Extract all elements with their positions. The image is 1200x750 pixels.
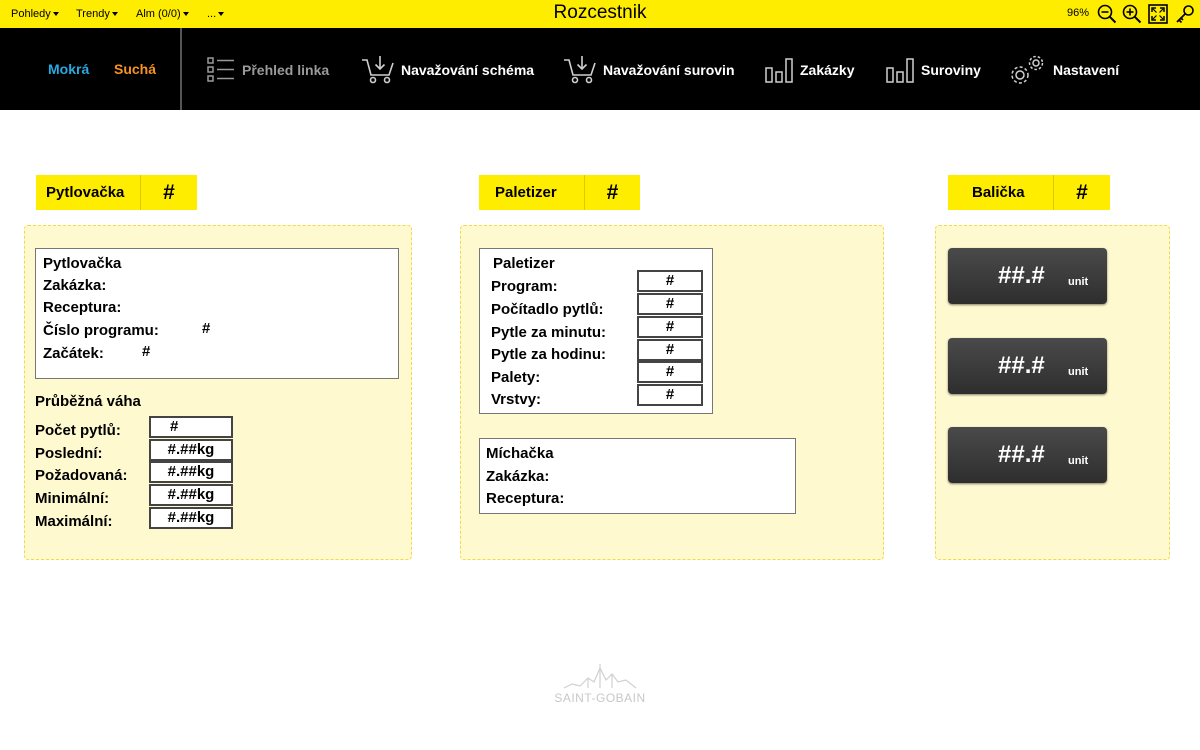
balicka-header-title: Balička [948,175,1054,210]
pocet-pytlu-value: # [149,416,233,438]
minimalni-value: #.##kg [149,484,233,506]
display-value: ##.# [998,352,1045,379]
receptura-label: Receptura: [43,299,122,316]
city-skyline-icon [563,664,637,689]
michacka-receptura-label: Receptura: [486,490,565,507]
nav-item-prehled-linka[interactable]: Přehled linka [206,50,329,90]
pocitadlo-pytlu-label: Počítadlo pytlů: [491,301,604,318]
zacatek-label: Začátek: [43,345,104,362]
fit-screen-icon[interactable] [1148,4,1168,24]
pocet-pytlu-label: Počet pytlů: [35,422,121,439]
pytlovacka-info-box: Pytlovačka Zakázka: Receptura: Číslo pro… [35,248,399,379]
chevron-down-icon [182,12,189,16]
menu-more[interactable]: ... [207,8,225,20]
display-value: ##.# [998,441,1045,468]
pytle-za-minutu-value: # [637,316,703,338]
paletizer-header-title: Paletizer [479,175,585,210]
nav-item-navazovani-schema[interactable]: Navažování schéma [361,50,534,90]
paletizer-header-count: # [606,180,619,204]
pytlovacka-header-title: Pytlovačka [36,175,141,210]
balicka-display-2[interactable]: ##.# unit [948,338,1107,394]
michacka-title: Míchačka [486,445,554,462]
balicka-header[interactable]: Balička # [948,175,1110,210]
chevron-down-icon [111,12,118,16]
menu-pohledy[interactable]: Pohledy [11,8,59,20]
palety-value: # [637,361,703,383]
menu-alarms[interactable]: Alm (0/0) [136,8,189,20]
minimalni-label: Minimální: [35,490,110,507]
program-label: Program: [491,278,558,295]
zacatek-value: # [142,343,151,360]
pytle-za-hodinu-label: Pytle za hodinu: [491,346,607,363]
nav-item-navazovani-surovin[interactable]: Navažování surovin [563,50,735,90]
balicka-display-1[interactable]: ##.# unit [948,248,1107,304]
balicka-display-3[interactable]: ##.# unit [948,427,1107,483]
pytlovacka-header-count: # [163,180,175,204]
pozadovana-value: #.##kg [149,461,233,483]
saint-gobain-logo: SAINT-GOBAIN [540,660,660,708]
pytle-za-minutu-label: Pytle za minutu: [491,324,607,341]
michacka-zakazka-label: Zakázka: [486,468,550,485]
display-unit: unit [1068,455,1089,467]
logo-text: SAINT-GOBAIN [554,691,646,705]
balicka-header-count: # [1076,180,1088,204]
chevron-down-icon [52,12,59,16]
zakazka-label: Zakázka: [43,277,107,294]
cislo-programu-value: # [202,320,211,337]
nav-item-suroviny[interactable]: Suroviny [885,50,981,90]
nav-divider [180,28,182,110]
maximalni-value: #.##kg [149,507,233,529]
program-value: # [637,270,703,292]
menu-trendy[interactable]: Trendy [76,8,118,20]
zoom-out-icon[interactable] [1097,4,1117,24]
bar-chart-icon [764,56,794,84]
bar-chart-icon [885,56,915,84]
posledni-label: Poslední: [35,445,103,462]
main-navigation: Mokrá Suchá Přehled linka Navažování sch… [0,28,1200,110]
pytlovacka-info-title: Pytlovačka [43,255,122,272]
key-icon[interactable] [1175,4,1195,24]
pocitadlo-pytlu-value: # [637,293,703,315]
vrstvy-value: # [637,384,703,406]
cislo-programu-label: Číslo programu: [43,322,159,339]
display-unit: unit [1068,276,1089,288]
michacka-info-box: Míchačka Zakázka: Receptura: [479,438,796,514]
top-toolbar: Pohledy Trendy Alm (0/0) ... Rozcestnik … [0,0,1200,28]
gears-icon [1009,53,1047,87]
list-icon [206,56,236,84]
zoom-in-icon[interactable] [1122,4,1142,24]
pytle-za-hodinu-value: # [637,339,703,361]
mode-mokra[interactable]: Mokrá [48,61,89,77]
paletizer-info-title: Paletizer [493,255,555,272]
nav-item-zakazky[interactable]: Zakázky [764,50,854,90]
pozadovana-label: Požadovaná: [35,467,128,484]
paletizer-header[interactable]: Paletizer # [479,175,640,210]
palety-label: Palety: [491,369,541,386]
posledni-value: #.##kg [149,439,233,461]
display-unit: unit [1068,366,1089,378]
display-value: ##.# [998,262,1045,289]
nav-item-nastaveni[interactable]: Nastavení [1009,50,1119,90]
cart-icon [361,55,395,85]
zoom-level: 96% [1067,7,1090,19]
pytlovacka-header[interactable]: Pytlovačka # [36,175,197,210]
vrstvy-label: Vrstvy: [491,391,542,408]
prubezna-vaha-title: Průběžná váha [35,393,141,410]
maximalni-label: Maximální: [35,513,113,530]
cart-icon [563,55,597,85]
chevron-down-icon [218,12,225,16]
mode-sucha[interactable]: Suchá [114,61,156,77]
